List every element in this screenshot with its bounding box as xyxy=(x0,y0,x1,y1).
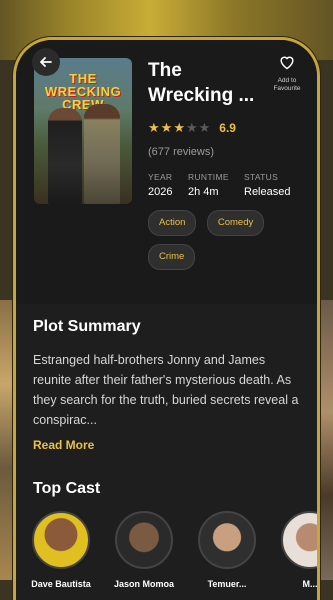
favourite-label: Add to Favourite xyxy=(273,77,301,92)
meta-status: STATUS Released xyxy=(244,172,290,198)
cast-member[interactable]: M... xyxy=(275,511,317,589)
avatar xyxy=(32,511,90,569)
cast-member[interactable]: Dave Bautista xyxy=(26,511,96,589)
back-button[interactable] xyxy=(32,48,60,76)
star-empty-icon: ★ xyxy=(198,120,211,135)
status-value: Released xyxy=(244,186,291,198)
poster-title: THE WRECKING CREW xyxy=(44,71,122,112)
cast-name: Temuer... xyxy=(207,579,247,589)
cast-member[interactable]: Temuer... xyxy=(192,511,262,589)
poster-figure-left xyxy=(48,108,82,204)
avatar xyxy=(281,511,317,569)
year-label: YEAR xyxy=(148,172,173,182)
movie-header: THE WRECKING CREW The Wrecking ... Add t… xyxy=(16,40,317,306)
movie-title: The Wrecking ... xyxy=(148,60,255,106)
add-to-favourite-button[interactable]: Add to Favourite xyxy=(264,54,310,93)
star-filled-icon: ★ xyxy=(148,120,160,135)
genre-tag-action[interactable]: Action xyxy=(148,210,197,236)
avatar xyxy=(198,511,256,569)
details-section: Plot Summary Estranged half-brothers Jon… xyxy=(16,304,317,600)
avatar xyxy=(115,511,173,569)
genre-tags: Action Comedy Crime xyxy=(148,210,313,278)
rating: ★ ★ ★ ★ ★ 6.9 xyxy=(148,120,236,136)
background-blur-right xyxy=(315,300,333,580)
rating-value: 6.9 xyxy=(219,121,236,135)
runtime-value: 2h 4m xyxy=(188,186,219,198)
cast-name: M... xyxy=(302,579,318,589)
plot-summary-text: Estranged half-brothers Jonny and James … xyxy=(33,353,299,427)
poster-figure-right xyxy=(84,104,120,204)
cast-name: Dave Bautista xyxy=(31,579,91,589)
year-value: 2026 xyxy=(148,186,173,198)
top-cast-heading: Top Cast xyxy=(33,480,101,497)
plot-summary-heading: Plot Summary xyxy=(33,318,141,335)
read-more-link[interactable]: Read More xyxy=(33,438,94,452)
genre-tag-crime[interactable]: Crime xyxy=(148,244,196,270)
heart-outline-icon xyxy=(280,56,294,70)
status-label: STATUS xyxy=(244,172,279,182)
meta-runtime: RUNTIME 2h 4m xyxy=(188,172,229,198)
runtime-label: RUNTIME xyxy=(188,172,229,182)
cast-name: Jason Momoa xyxy=(113,579,174,589)
meta-year: YEAR 2026 xyxy=(148,172,172,198)
star-filled-icon: ★ xyxy=(173,120,185,135)
phone-screen: THE WRECKING CREW The Wrecking ... Add t… xyxy=(16,40,317,600)
review-count: (677 reviews) xyxy=(148,146,215,158)
arrow-left-icon xyxy=(40,57,52,67)
genre-tag-comedy[interactable]: Comedy xyxy=(206,210,265,236)
star-empty-icon: ★ xyxy=(185,120,198,135)
movie-poster: THE WRECKING CREW xyxy=(34,58,132,204)
cast-member[interactable]: Jason Momoa xyxy=(109,511,179,589)
star-filled-icon: ★ xyxy=(160,120,173,135)
